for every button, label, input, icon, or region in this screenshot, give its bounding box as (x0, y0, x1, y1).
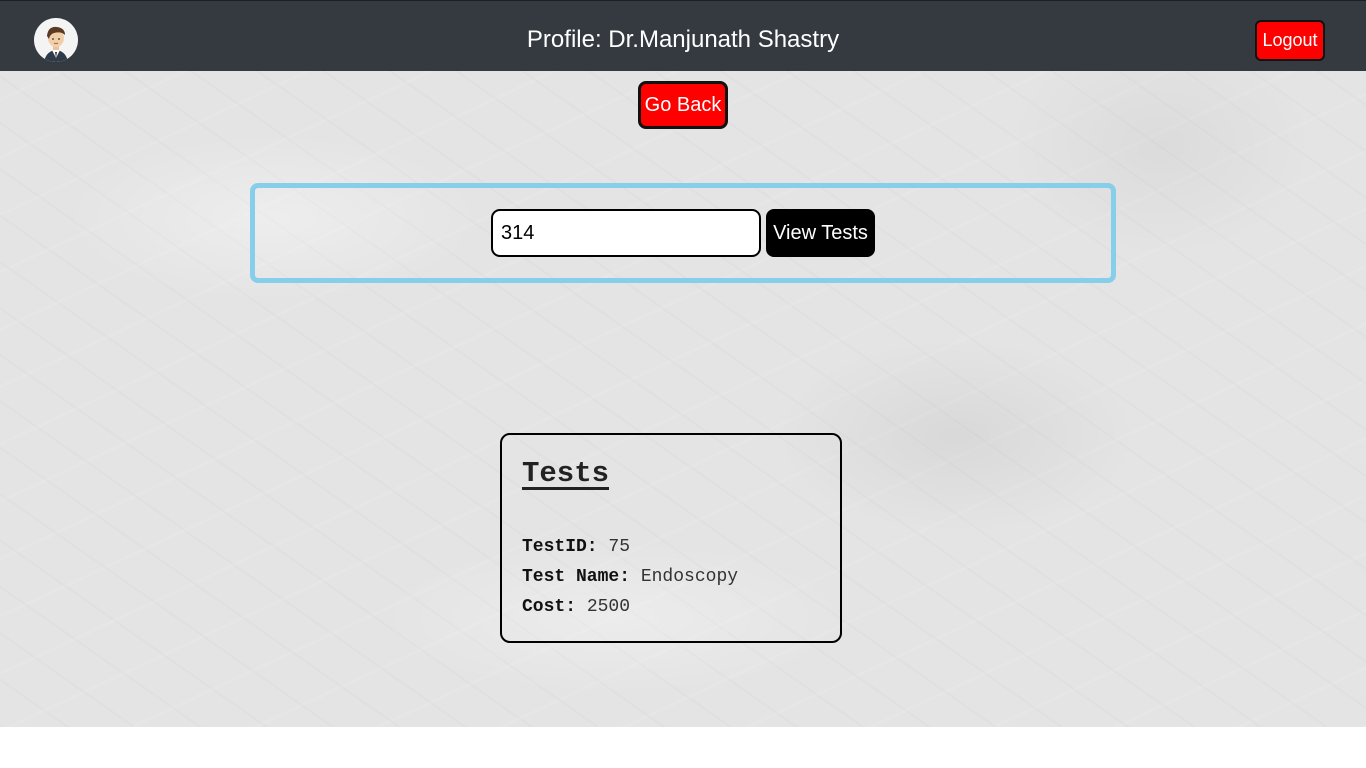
logout-button[interactable]: Logout (1255, 20, 1325, 61)
cost-value: 2500 (586, 597, 631, 617)
test-name-row: Test Name: Endoscopy (522, 566, 738, 588)
cost-row: Cost: 2500 (522, 596, 630, 618)
top-navbar: Profile: Dr.Manjunath Shastry Logout (0, 0, 1366, 71)
test-id-value: 75 (608, 537, 631, 557)
page-title: Profile: Dr.Manjunath Shastry (526, 26, 840, 53)
tests-card: Tests TestID: 75 Test Name: Endoscopy Co… (500, 433, 842, 643)
doctor-avatar-icon[interactable] (34, 18, 78, 62)
view-tests-button[interactable]: View Tests (766, 209, 875, 257)
tests-card-title: Tests (522, 457, 610, 490)
test-id-label: TestID: (522, 537, 609, 557)
page-background: Profile: Dr.Manjunath Shastry Logout Go … (0, 0, 1366, 727)
test-name-value: Endoscopy (640, 567, 739, 587)
go-back-button[interactable]: Go Back (638, 81, 728, 129)
patient-id-input[interactable] (491, 209, 761, 257)
cost-label: Cost: (522, 597, 587, 617)
test-name-label: Test Name: (522, 567, 641, 587)
test-id-row: TestID: 75 (522, 536, 630, 558)
